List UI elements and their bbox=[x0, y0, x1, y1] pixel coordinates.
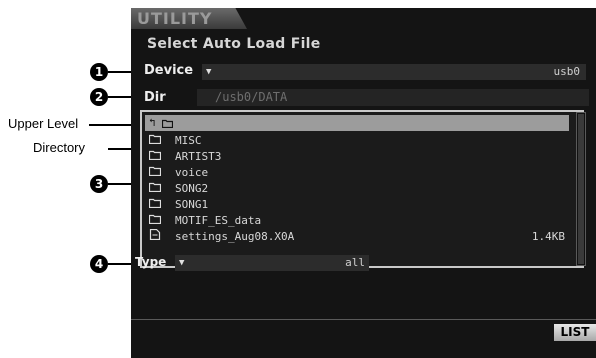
chevron-down-icon: ▼ bbox=[206, 67, 212, 77]
folder-icon bbox=[148, 213, 162, 229]
list-item-name: voice bbox=[175, 166, 209, 179]
up-arrow-folder-icon: ↰ bbox=[149, 115, 174, 131]
list-item-motif-es-data[interactable]: MOTIF_ES_data bbox=[145, 213, 569, 229]
list-item-name: MOTIF_ES_data bbox=[175, 214, 262, 227]
callout-2: 2 bbox=[90, 88, 108, 106]
callout-3: 3 bbox=[90, 175, 108, 193]
folder-icon bbox=[148, 149, 162, 165]
folder-icon bbox=[148, 181, 162, 197]
device-label: Device bbox=[144, 63, 194, 78]
list-item-settings-file[interactable]: settings_Aug08.X0A 1.4KB bbox=[145, 228, 569, 245]
list-item-artist3[interactable]: ARTIST3 bbox=[145, 149, 569, 165]
list-item-name: SONG2 bbox=[175, 182, 209, 195]
callout-4: 4 bbox=[90, 255, 108, 273]
list-button[interactable]: LIST bbox=[554, 324, 596, 341]
dir-path: /usb0/DATA bbox=[215, 90, 288, 104]
footer-divider bbox=[131, 319, 596, 320]
file-list[interactable]: ↰ MISC ARTIST3 voice SONG2 SONG1 MOTIF_E… bbox=[140, 110, 584, 268]
dir-label: Dir bbox=[144, 90, 166, 105]
list-item-upper-level[interactable]: ↰ bbox=[145, 115, 569, 131]
dir-path-field: /usb0/DATA bbox=[197, 89, 589, 106]
list-item-name: MISC bbox=[175, 134, 202, 147]
annotation-directory: Directory bbox=[33, 140, 86, 155]
utility-tab[interactable]: UTILITY bbox=[131, 8, 247, 29]
list-item-voice[interactable]: voice bbox=[145, 165, 569, 181]
file-icon bbox=[149, 228, 161, 245]
list-item-name: SONG1 bbox=[175, 198, 209, 211]
device-value: usb0 bbox=[553, 65, 581, 78]
type-value: all bbox=[345, 256, 365, 269]
type-label: Type bbox=[135, 255, 167, 269]
callout-1: 1 bbox=[90, 63, 108, 81]
device-screen: UTILITY Select Auto Load File Device ▼ u… bbox=[131, 8, 596, 358]
list-item-name: ARTIST3 bbox=[175, 150, 222, 163]
file-size: 1.4KB bbox=[531, 230, 565, 243]
list-item-misc[interactable]: MISC bbox=[145, 133, 569, 149]
annotation-upper-level: Upper Level bbox=[8, 116, 79, 131]
type-select[interactable]: ▼ all bbox=[175, 255, 369, 271]
folder-icon bbox=[148, 133, 162, 149]
chevron-down-icon: ▼ bbox=[179, 258, 185, 268]
utility-tab-label: UTILITY bbox=[137, 9, 213, 28]
folder-icon bbox=[148, 165, 162, 181]
device-select[interactable]: ▼ usb0 bbox=[202, 64, 586, 80]
scrollbar-thumb[interactable] bbox=[578, 114, 584, 264]
folder-icon bbox=[148, 197, 162, 213]
list-item-song2[interactable]: SONG2 bbox=[145, 181, 569, 197]
page-title: Select Auto Load File bbox=[147, 36, 321, 52]
list-item-song1[interactable]: SONG1 bbox=[145, 197, 569, 213]
list-item-name: settings_Aug08.X0A bbox=[175, 230, 295, 243]
